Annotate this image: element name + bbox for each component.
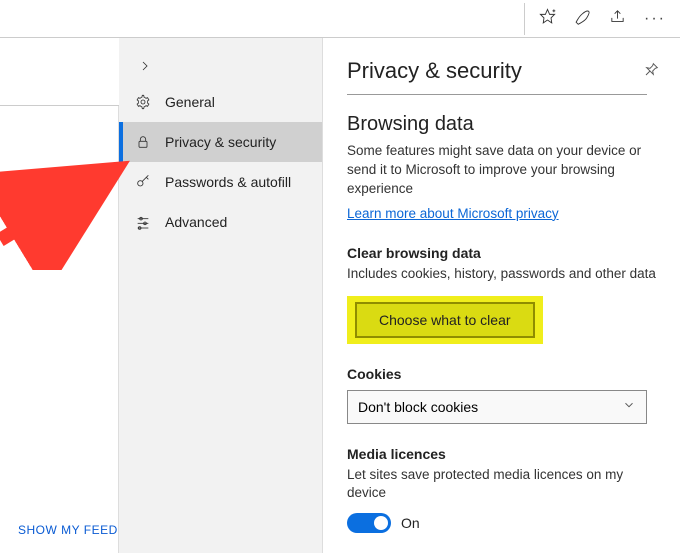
star-add-icon[interactable]	[539, 8, 556, 30]
gear-icon	[135, 94, 151, 110]
choose-what-to-clear-button[interactable]: Choose what to clear	[355, 302, 535, 338]
sidebar-item-privacy-security[interactable]: Privacy & security	[119, 122, 322, 162]
media-licences-toggle[interactable]	[347, 513, 391, 533]
settings-sidebar: General Privacy & security Passwords & a…	[119, 38, 323, 553]
more-icon[interactable]: ···	[644, 10, 666, 28]
left-column-body: SHOW MY FEED	[0, 106, 119, 553]
lock-icon	[135, 134, 151, 150]
media-licences-heading: Media licences	[347, 446, 660, 462]
cookies-heading: Cookies	[347, 366, 660, 382]
title-bar-actions: ···	[525, 8, 680, 30]
pin-icon[interactable]	[644, 61, 660, 82]
panel-divider	[347, 94, 647, 95]
chevron-down-icon	[622, 398, 636, 415]
sidebar-item-label: General	[165, 94, 215, 110]
content-shell: SHOW MY FEED General Privacy & security	[0, 38, 680, 553]
key-icon	[135, 174, 151, 190]
sidebar-item-passwords-autofill[interactable]: Passwords & autofill	[119, 162, 322, 202]
choose-what-to-clear-highlight: Choose what to clear	[347, 296, 543, 344]
sliders-icon	[135, 214, 151, 230]
media-licences-toggle-state: On	[401, 515, 420, 531]
sidebar-item-label: Privacy & security	[165, 134, 276, 150]
clear-browsing-data-description: Includes cookies, history, passwords and…	[347, 265, 657, 284]
media-licences-description: Let sites save protected media licences …	[347, 466, 657, 504]
sidebar-item-label: Advanced	[165, 214, 227, 230]
left-column: SHOW MY FEED	[0, 38, 119, 553]
browsing-data-heading: Browsing data	[347, 113, 660, 136]
chevron-right-icon	[137, 58, 153, 74]
pen-icon[interactable]	[574, 8, 591, 30]
sidebar-item-advanced[interactable]: Advanced	[119, 202, 322, 242]
sidebar-back[interactable]	[119, 50, 322, 82]
settings-main-panel: Privacy & security Browsing data Some fe…	[323, 38, 680, 553]
cookies-select[interactable]: Don't block cookies	[347, 390, 647, 424]
sidebar-item-label: Passwords & autofill	[165, 174, 291, 190]
panel-title: Privacy & security	[347, 58, 522, 84]
clear-browsing-data-heading: Clear browsing data	[347, 245, 660, 261]
browsing-data-description: Some features might save data on your de…	[347, 142, 657, 199]
address-bar[interactable]	[2, 3, 525, 35]
search-area	[0, 38, 119, 106]
title-bar: ···	[0, 0, 680, 38]
share-icon[interactable]	[609, 8, 626, 30]
sidebar-item-general[interactable]: General	[119, 82, 322, 122]
show-my-feed-link[interactable]: SHOW MY FEED	[0, 523, 118, 553]
learn-more-link[interactable]: Learn more about Microsoft privacy	[347, 206, 559, 221]
cookies-select-value: Don't block cookies	[358, 399, 478, 415]
